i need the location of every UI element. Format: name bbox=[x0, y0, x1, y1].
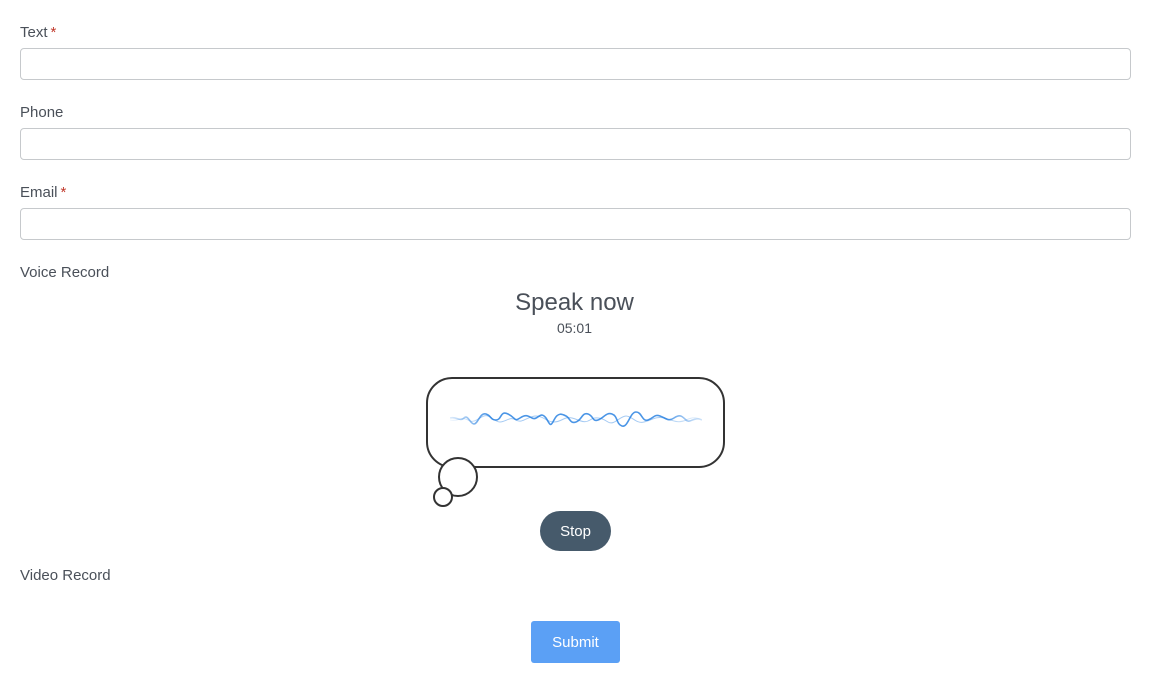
email-label: Email * bbox=[20, 184, 67, 201]
audio-waveform-icon bbox=[450, 411, 702, 427]
email-input[interactable] bbox=[20, 208, 1131, 240]
phone-input[interactable] bbox=[20, 128, 1131, 160]
thought-bubble-dot-small bbox=[433, 487, 453, 507]
submit-button[interactable]: Submit bbox=[531, 621, 620, 663]
stop-button[interactable]: Stop bbox=[540, 511, 611, 551]
speak-now-text: Speak now bbox=[515, 289, 634, 316]
voice-record-label: Voice Record bbox=[20, 264, 110, 281]
text-label: Text * bbox=[20, 24, 57, 41]
phone-label: Phone bbox=[20, 104, 64, 121]
required-mark: * bbox=[60, 184, 67, 201]
required-mark: * bbox=[50, 24, 57, 41]
recording-timer: 05:01 bbox=[556, 320, 593, 336]
video-record-label: Video Record bbox=[20, 567, 111, 584]
text-input[interactable] bbox=[20, 48, 1131, 80]
